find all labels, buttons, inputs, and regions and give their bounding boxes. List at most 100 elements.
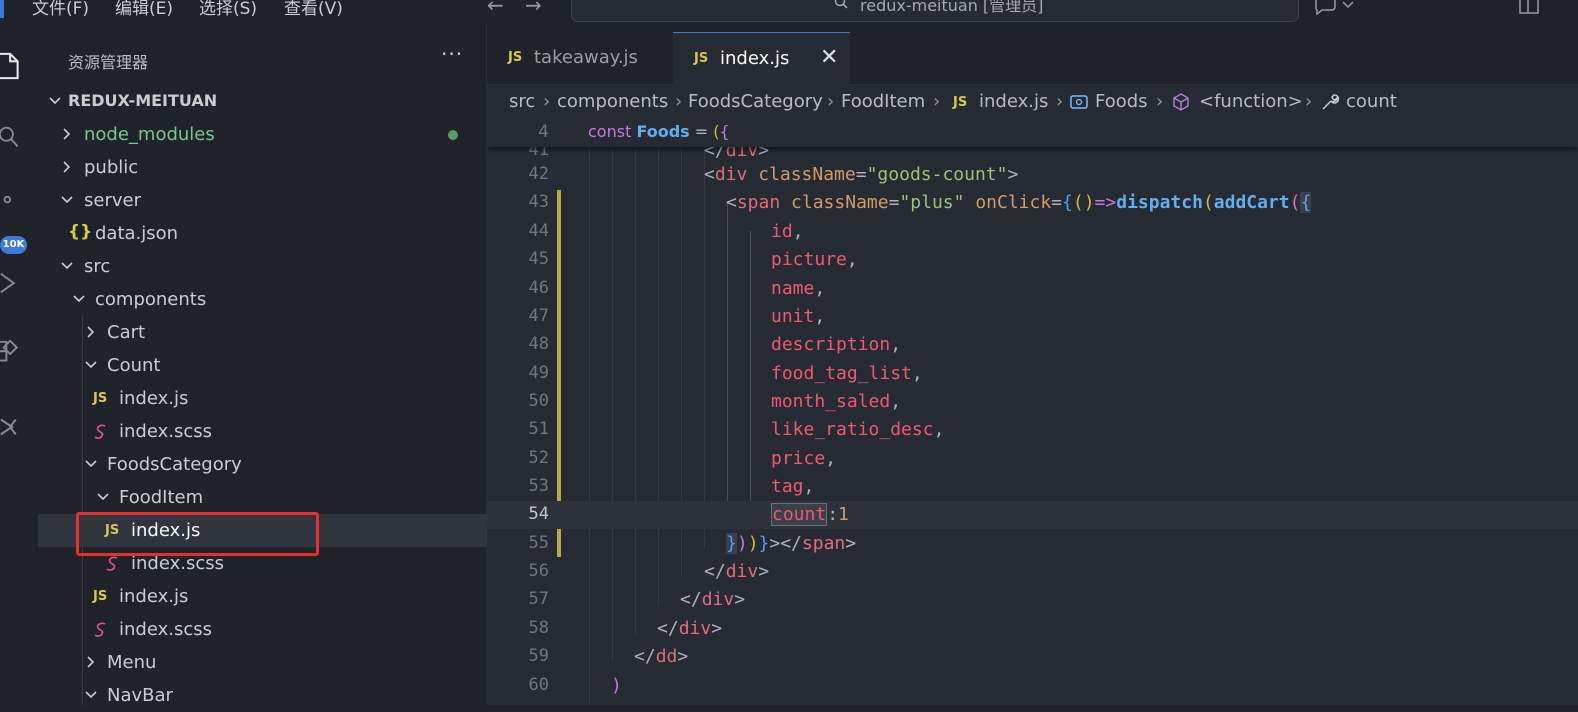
line-number: 59: [528, 646, 549, 666]
code-line[interactable]: 46 name,: [487, 275, 1578, 303]
method-cube-icon: [1173, 93, 1189, 111]
menu-more[interactable]: ···: [376, 0, 392, 10]
menu-file[interactable]: 文件(F): [32, 0, 89, 19]
search-activity-icon[interactable]: [0, 124, 24, 152]
chevron-down-icon: [85, 361, 97, 369]
tree-item-components[interactable]: components: [38, 283, 487, 316]
tree-item-public[interactable]: public: [38, 151, 487, 184]
menu-select[interactable]: 选择(S): [199, 0, 257, 19]
code-line[interactable]: 56 </div>: [487, 558, 1578, 586]
tree-item-foodscategory-index-js[interactable]: JS index.js: [38, 580, 487, 613]
sticky-scroll-header[interactable]: 4 const Foods = ({: [487, 119, 1578, 147]
code-text: food_tag_list,: [771, 363, 923, 384]
js-file-icon: JS: [93, 391, 108, 406]
tree-item-navbar[interactable]: NavBar: [38, 679, 487, 712]
tree-item-fooditem[interactable]: FoodItem: [38, 481, 487, 514]
code-line[interactable]: 47 unit,: [487, 303, 1578, 331]
code-line[interactable]: 43 <span className="plus" onClick={()=>d…: [487, 189, 1578, 217]
breadcrumb-count[interactable]: count: [1346, 91, 1397, 112]
line-number: 4: [538, 122, 549, 142]
chevron-down-icon: [97, 493, 109, 501]
tab-index-js[interactable]: JS index.js ✕: [673, 32, 850, 86]
code-line-current[interactable]: 54 count:1: [487, 501, 1578, 529]
command-center-search[interactable]: redux-meituan [管理员]: [571, 0, 1299, 22]
chevron-down-icon: [61, 196, 73, 204]
code-text: count:1: [771, 503, 849, 526]
code-line[interactable]: 48 description,: [487, 331, 1578, 359]
tree-item-count[interactable]: Count: [38, 349, 487, 382]
breadcrumb-function[interactable]: <function>: [1199, 91, 1303, 112]
code-line[interactable]: 49 food_tag_list,: [487, 360, 1578, 388]
chevron-right-icon: ›: [1156, 91, 1164, 112]
line-number: 48: [528, 334, 549, 354]
code-line[interactable]: 59 </dd>: [487, 643, 1578, 671]
tree-item-data-json[interactable]: {} data.json: [38, 217, 487, 250]
close-icon[interactable]: ✕: [820, 45, 838, 70]
tree-root[interactable]: REDUX-MEITUAN: [38, 85, 487, 118]
tree-item-label: data.json: [95, 223, 179, 244]
tree-item-label: FoodItem: [119, 487, 204, 508]
forward-arrow-icon[interactable]: →: [525, 0, 542, 17]
explorer-files-icon[interactable]: [0, 52, 24, 80]
menu-view[interactable]: 查看(V): [284, 0, 343, 19]
code-text: price,: [771, 448, 837, 469]
code-text: </div>: [680, 589, 746, 610]
line-number: 57: [528, 589, 549, 609]
chevron-right-icon: [63, 128, 71, 140]
menu-edit[interactable]: 编辑(E): [115, 0, 173, 19]
code-line[interactable]: 42 <div className="goods-count">: [487, 161, 1578, 189]
breadcrumb-foodscategory[interactable]: FoodsCategory: [688, 91, 823, 112]
line-number: 56: [528, 561, 549, 581]
breadcrumb-src[interactable]: src: [509, 91, 535, 112]
tree-item-label: index.scss: [131, 553, 224, 574]
run-debug-icon[interactable]: [0, 270, 24, 298]
variable-symbol-icon: [1070, 95, 1088, 109]
tree-item-node-modules[interactable]: node_modules: [38, 118, 487, 151]
tree-item-src[interactable]: src: [38, 250, 487, 283]
code-text: name,: [771, 278, 826, 299]
code-line[interactable]: 58 </div>: [487, 615, 1578, 643]
code-editor[interactable]: 4 const Foods = ({ 41 </div> 42 <div cla…: [487, 119, 1578, 705]
tree-item-server[interactable]: server: [38, 184, 487, 217]
breadcrumb-file[interactable]: index.js: [979, 91, 1048, 112]
line-number: 42: [528, 164, 549, 184]
back-arrow-icon[interactable]: ←: [487, 0, 504, 17]
tree-item-label: Count: [107, 355, 161, 376]
tree-item-foodscategory[interactable]: FoodsCategory: [38, 448, 487, 481]
tree-item-foodscategory-index-scss[interactable]: index.scss: [38, 613, 487, 646]
breadcrumb-foods[interactable]: Foods: [1095, 91, 1148, 112]
scss-file-icon: [94, 424, 106, 439]
tree-item-menu[interactable]: Menu: [38, 646, 487, 679]
explorer-more-actions[interactable]: ···: [441, 42, 463, 66]
line-number: 60: [528, 675, 549, 695]
code-text: </div>: [657, 618, 723, 639]
code-line[interactable]: 57 </div>: [487, 586, 1578, 614]
remote-explorer-icon[interactable]: [0, 412, 24, 440]
git-status-dot: [448, 130, 458, 140]
code-text: <span className="plus" onClick={()=>disp…: [726, 192, 1312, 213]
code-line[interactable]: 55 }))}></span>: [487, 530, 1578, 558]
source-control-icon[interactable]: [0, 192, 24, 220]
tree-item-label: components: [95, 289, 207, 310]
code-line[interactable]: 53 tag,: [487, 473, 1578, 501]
line-number: 44: [528, 221, 549, 241]
tree-item-count-index-js[interactable]: JS index.js: [38, 382, 487, 415]
breadcrumb-components[interactable]: components: [557, 91, 668, 112]
code-line[interactable]: 52 price,: [487, 445, 1578, 473]
layout-toggle-icon[interactable]: [1519, 0, 1541, 16]
code-line[interactable]: 50 month_saled,: [487, 388, 1578, 416]
chevron-right-icon: ›: [675, 91, 683, 112]
code-line[interactable]: 44 id,: [487, 218, 1578, 246]
code-line[interactable]: 51 like_ratio_desc,: [487, 416, 1578, 444]
code-line[interactable]: 60 ): [487, 672, 1578, 700]
tree-item-cart[interactable]: Cart: [38, 316, 487, 349]
copilot-chat-icon[interactable]: [1312, 0, 1360, 16]
breadcrumb-fooditem[interactable]: FoodItem: [841, 91, 925, 112]
code-line[interactable]: 45 picture,: [487, 246, 1578, 274]
title-bar: 文件(F) 编辑(E) 选择(S) 查看(V) ··· ← → redux-me…: [0, 0, 1578, 24]
tab-takeaway-js[interactable]: JS takeaway.js: [487, 32, 673, 85]
extensions-icon[interactable]: [0, 340, 24, 368]
chevron-right-icon: [87, 326, 95, 338]
tree-item-count-index-scss[interactable]: index.scss: [38, 415, 487, 448]
code-text: picture,: [771, 249, 858, 270]
